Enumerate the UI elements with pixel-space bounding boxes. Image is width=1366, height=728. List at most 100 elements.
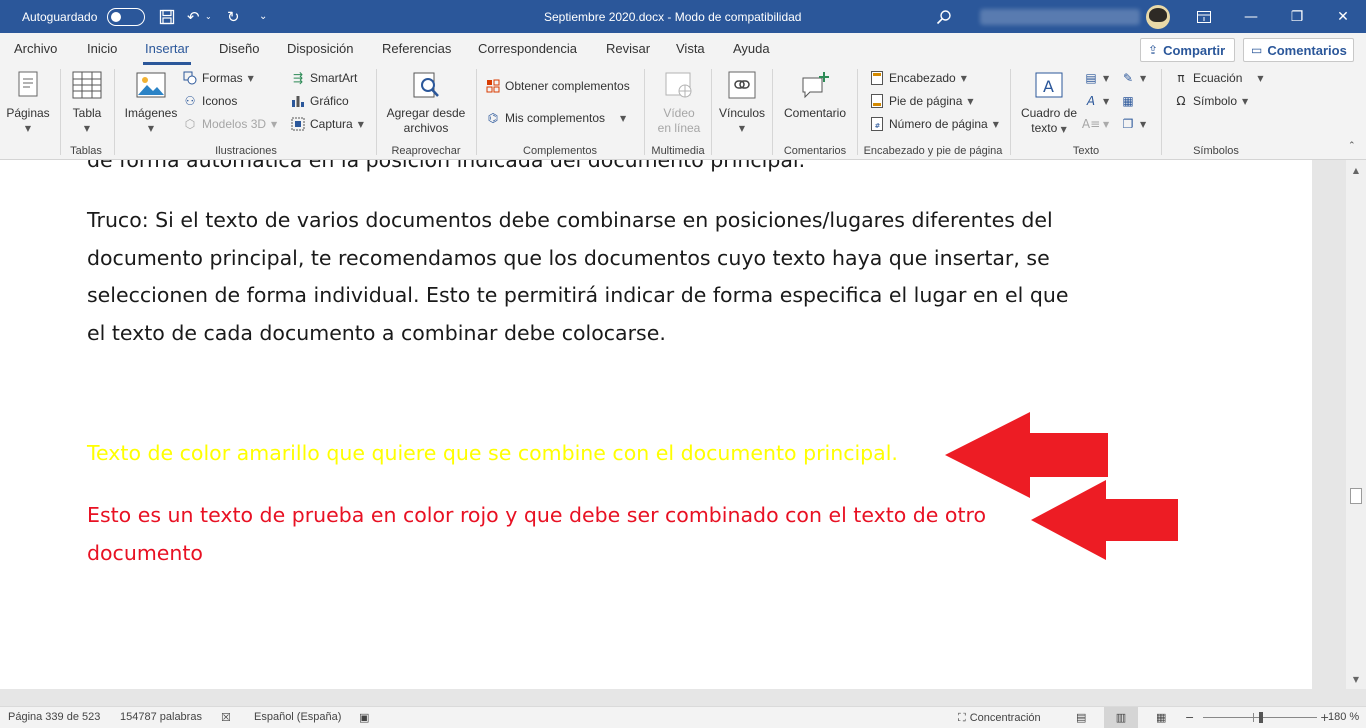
print-layout-icon[interactable]: ▥ (1104, 707, 1138, 728)
close-icon[interactable]: ✕ (1320, 0, 1366, 33)
scroll-up-icon[interactable]: ▲ (1346, 160, 1366, 180)
minimize-icon[interactable]: — (1228, 0, 1274, 33)
red-text: Esto es un texto de prueba en color rojo… (87, 497, 1127, 572)
object-button[interactable]: ❐ ▼ (1121, 117, 1147, 131)
group-label-reaprovechar: Reaprovechar (391, 145, 461, 157)
red-text-line: documento (87, 540, 203, 565)
zoom-out-icon[interactable]: − (1185, 711, 1194, 724)
ribbon: Páginas ▼ Tabla ▼ Tablas Imágenes ▼ Form… (0, 65, 1366, 160)
paragraph-line: el texto de cada documento a combinar de… (87, 320, 666, 345)
user-name[interactable] (980, 8, 1140, 25)
save-icon[interactable] (159, 0, 175, 33)
reuse-files-button[interactable]: Agregar desde archivos (382, 69, 470, 136)
textbox-button[interactable]: A Cuadro de texto ▼ (1016, 69, 1082, 137)
symbol-button[interactable]: Ω Símbolo ▼ (1174, 94, 1248, 108)
new-comment-button[interactable]: Comentario (778, 69, 852, 121)
read-mode-icon[interactable]: ▤ (1076, 711, 1086, 724)
word-count[interactable]: 154787 palabras (120, 711, 202, 723)
shapes-button[interactable]: Formas ▼ (183, 71, 254, 85)
tab-insertar[interactable]: Insertar (142, 41, 192, 65)
video-icon (663, 69, 695, 101)
tab-disposicion[interactable]: Disposición (287, 41, 353, 56)
images-button[interactable]: Imágenes ▼ (121, 69, 181, 136)
comments-label: Comentarios (1267, 42, 1347, 58)
tab-correspondencia[interactable]: Correspondencia (478, 41, 577, 56)
svg-text:#: # (875, 122, 881, 130)
my-addins-icon: ⌬ (487, 111, 499, 125)
icons-icon: ⚇ (184, 94, 196, 108)
avatar[interactable] (1146, 4, 1170, 29)
my-addins-button[interactable]: ⌬ Mis complementos ▼ (486, 111, 626, 125)
partial-paragraph: de forma automática en la posición indic… (87, 160, 806, 172)
equation-button[interactable]: π Ecuación ▼ (1174, 71, 1263, 85)
restore-icon[interactable]: ❐ (1274, 0, 1320, 33)
drop-cap-icon: A≡ (1081, 117, 1101, 131)
smartart-icon: ⇶ (292, 71, 304, 85)
pages-button[interactable]: Páginas ▼ (6, 69, 50, 136)
comments-button[interactable]: ▭ Comentarios (1243, 38, 1354, 62)
group-label-complementos: Complementos (523, 145, 597, 157)
chart-button[interactable]: Gráfico (291, 94, 349, 108)
screenshot-button[interactable]: Captura ▼ (291, 117, 364, 131)
signature-line-button[interactable]: ✎ ▼ (1121, 71, 1146, 85)
bar-chart-icon (291, 94, 305, 108)
table-button[interactable]: Tabla ▼ (66, 69, 108, 136)
quick-parts-button[interactable]: ▤ ▼ (1084, 71, 1109, 85)
get-addins-button[interactable]: Obtener complementos (486, 79, 630, 93)
tab-archivo[interactable]: Archivo (14, 41, 57, 56)
shapes-icon (183, 71, 197, 85)
icons-button[interactable]: ⚇ Iconos (183, 94, 238, 108)
svg-text:A: A (1043, 77, 1054, 96)
3d-models-button: ⬡ Modelos 3D ▼ (184, 117, 278, 131)
online-video-button: Vídeo en línea (650, 69, 708, 136)
zoom-level[interactable]: 180 % (1328, 711, 1359, 723)
tab-vista[interactable]: Vista (676, 41, 705, 56)
wordart-button[interactable]: A ▼ (1084, 94, 1109, 108)
tab-diseno[interactable]: Diseño (219, 41, 259, 56)
page-count[interactable]: Página 339 de 523 (8, 711, 100, 723)
calendar-icon: ▦ (1122, 94, 1134, 108)
smartart-button[interactable]: ⇶ SmartArt (291, 71, 357, 85)
group-label-ilustraciones: Ilustraciones (215, 145, 277, 157)
scroll-thumb[interactable] (1350, 488, 1362, 504)
pages-label: Páginas (6, 106, 50, 120)
zoom-slider-thumb[interactable] (1259, 712, 1263, 723)
links-button[interactable]: Vínculos ▼ (716, 69, 768, 136)
tab-inicio[interactable]: Inicio (87, 41, 117, 56)
status-bar: Página 339 de 523 154787 palabras ☒ Espa… (0, 706, 1366, 728)
customize-toolbar-icon[interactable]: ⌄ (259, 0, 267, 33)
ribbon-display-options-icon[interactable] (1197, 0, 1211, 33)
reuse-files-label-1: Agregar desde (386, 106, 466, 120)
tab-referencias[interactable]: Referencias (382, 41, 451, 56)
document-page[interactable]: de forma automática en la posición indic… (0, 160, 1312, 689)
footer-icon (870, 94, 884, 108)
red-text-line: Esto es un texto de prueba en color rojo… (87, 503, 987, 527)
footer-button[interactable]: Pie de página ▼ (870, 94, 974, 108)
collapse-ribbon-icon[interactable]: ⌃ (1348, 141, 1356, 151)
scroll-down-icon[interactable]: ▼ (1346, 669, 1366, 689)
date-time-button[interactable]: ▦ (1121, 94, 1135, 108)
header-button[interactable]: Encabezado ▼ (870, 71, 967, 85)
share-button[interactable]: ⇪ Compartir (1140, 38, 1235, 62)
autosave-toggle[interactable] (107, 7, 145, 26)
page-number-button[interactable]: # Número de página ▼ (870, 117, 999, 131)
page-number-label: Número de página (889, 117, 988, 131)
header-label: Encabezado (889, 71, 956, 85)
accessibility-icon[interactable]: ▣ (359, 711, 369, 724)
tab-ayuda[interactable]: Ayuda (733, 41, 770, 56)
undo-dropdown-icon[interactable]: ⌄ (205, 0, 212, 33)
wordart-icon: A (1086, 94, 1096, 108)
group-label-encabezado: Encabezado y pie de página (863, 145, 1003, 157)
search-icon[interactable] (936, 0, 952, 33)
footer-label: Pie de página (889, 94, 963, 108)
language[interactable]: Español (España) (254, 711, 341, 723)
proofing-icon[interactable]: ☒ (221, 711, 231, 724)
redo-icon[interactable]: ↻ (227, 0, 240, 33)
tab-revisar[interactable]: Revisar (606, 41, 650, 56)
icons-label: Iconos (202, 94, 238, 108)
web-layout-icon[interactable]: ▦ (1156, 711, 1166, 724)
undo-icon[interactable]: ↶ (187, 0, 200, 33)
page-number-icon: # (870, 117, 884, 131)
focus-mode-button[interactable]: ⛶ Concentración (958, 711, 1041, 725)
vertical-scrollbar[interactable]: ▲ ▼ (1346, 160, 1366, 689)
